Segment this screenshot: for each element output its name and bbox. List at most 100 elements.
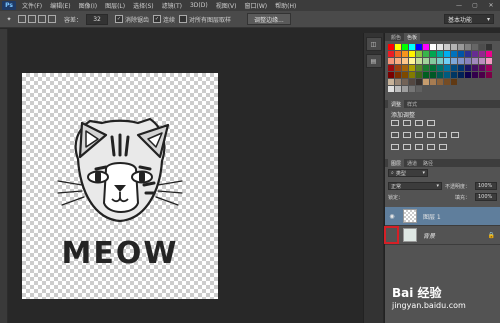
fill-label: 填充：: [455, 195, 471, 201]
swatch-row: [388, 58, 496, 65]
tab-paths[interactable]: 路径: [420, 159, 436, 167]
brightness-icon[interactable]: [391, 120, 399, 126]
adjust-icons-row-1: [385, 120, 435, 126]
layer-filter-label: 类型: [395, 170, 406, 177]
subtract-selection-icon[interactable]: [38, 15, 46, 23]
curves-icon[interactable]: [415, 120, 423, 126]
menu-help[interactable]: 帮助(H): [275, 1, 296, 10]
chevron-down-icon: ▾: [422, 170, 425, 176]
antialias-label: 消除锯齿: [125, 16, 150, 24]
visibility-highlight-box: [384, 226, 399, 244]
new-selection-icon[interactable]: [18, 15, 26, 23]
background-thumbnail: [403, 228, 417, 242]
photo-filter-icon[interactable]: [439, 132, 447, 138]
swatch-row: [388, 72, 496, 79]
sample-all-label: 对所有图层取样: [189, 16, 232, 24]
swatch-row: [388, 79, 496, 86]
swatch-row: [388, 86, 496, 93]
opacity-label: 不透明度：: [445, 184, 471, 190]
menu-edit[interactable]: 编辑(E): [50, 1, 70, 10]
adjust-icons-row-3: [385, 144, 447, 150]
options-bar: ✦ 容差： 32 ✓ 消除锯齿 ✓ 连续 对所有图层取样 调整边缘... 基本功…: [0, 11, 500, 28]
gradient-map-icon[interactable]: [427, 144, 435, 150]
adjust-icons-row-2: [385, 132, 459, 138]
layers-tabs: 图层 通道 路径: [385, 159, 500, 167]
properties-icon[interactable]: ▤: [365, 54, 382, 68]
menu-filter[interactable]: 滤镜(T): [162, 1, 182, 10]
search-icon: ⌕: [391, 170, 394, 176]
menu-layer[interactable]: 图层(L): [105, 1, 125, 10]
tab-layers[interactable]: 图层: [388, 159, 405, 167]
tolerance-input[interactable]: 32: [86, 13, 109, 25]
adjust-title: 添加调整: [391, 112, 416, 119]
menu-file[interactable]: 文件(F): [22, 1, 42, 10]
invert-icon[interactable]: [391, 144, 399, 150]
menu-3d[interactable]: 3D(D): [190, 2, 208, 9]
blend-mode-label: 正常: [391, 183, 402, 190]
maximize-icon[interactable]: ▢: [470, 2, 480, 10]
tab-swatches[interactable]: 色板: [404, 33, 421, 41]
threshold-icon[interactable]: [415, 144, 423, 150]
adjustments-tabs: 调整 样式: [385, 100, 500, 108]
minimize-icon[interactable]: —: [454, 2, 464, 10]
workspace-select[interactable]: 基本功能 ▾: [444, 14, 494, 24]
meow-text: MEOW: [61, 235, 179, 271]
photoshop-logo: Ps: [2, 1, 16, 10]
layer-row-background[interactable]: 背景 🔒: [385, 226, 500, 245]
tolerance-label: 容差：: [64, 16, 83, 24]
swatch-row: [388, 44, 496, 51]
add-selection-icon[interactable]: [28, 15, 36, 23]
right-panels: 颜色 色板 调整 样式 添加调整 图层 通道 路径 ⌕ 类型 ▾ 正常 ▾ 不透…: [384, 33, 500, 323]
lock-label: 锁定：: [388, 195, 404, 201]
menu-window[interactable]: 窗口(W): [245, 1, 268, 10]
contiguous-checkbox[interactable]: ✓: [153, 15, 162, 23]
swatch-row: [388, 65, 496, 72]
layer-thumbnail: [403, 209, 417, 223]
sample-all-checkbox[interactable]: [179, 15, 188, 23]
magic-wand-icon[interactable]: ✦: [4, 14, 14, 24]
close-icon[interactable]: ✕: [486, 2, 496, 10]
layer-name[interactable]: 图层 1: [423, 212, 441, 221]
layer-filter-select[interactable]: ⌕ 类型 ▾: [388, 169, 428, 177]
watermark: Bai 经验 jingyan.baidu.com: [392, 284, 492, 316]
menu-image[interactable]: 图像(I): [79, 1, 97, 10]
antialias-checkbox[interactable]: ✓: [115, 15, 124, 23]
menu-view[interactable]: 视图(V): [216, 1, 237, 10]
eye-icon[interactable]: ◉: [387, 211, 397, 221]
tab-channels[interactable]: 通道: [404, 159, 420, 167]
opacity-input[interactable]: 100%: [475, 182, 497, 190]
blend-mode-select[interactable]: 正常 ▾: [388, 182, 442, 190]
hue-saturation-icon[interactable]: [403, 132, 411, 138]
intersect-selection-icon[interactable]: [48, 15, 56, 23]
channel-mixer-icon[interactable]: [451, 132, 459, 138]
levels-icon[interactable]: [403, 120, 411, 126]
lock-icon: 🔒: [487, 231, 495, 239]
posterize-icon[interactable]: [403, 144, 411, 150]
chevron-down-icon: ▾: [486, 15, 490, 23]
window-controls: — ▢ ✕: [454, 2, 500, 10]
fill-input[interactable]: 100%: [475, 193, 497, 201]
exposure-icon[interactable]: [427, 120, 435, 126]
swatch-grid[interactable]: [388, 44, 496, 100]
refine-edge-button[interactable]: 调整边缘...: [247, 13, 291, 25]
menu-bar: Ps 文件(F) 编辑(E) 图像(I) 图层(L) 选择(S) 滤镜(T) 3…: [0, 0, 500, 11]
history-icon[interactable]: ◫: [365, 37, 382, 51]
vibrance-icon[interactable]: [391, 132, 399, 138]
canvas[interactable]: MEOW: [22, 73, 218, 299]
chevron-down-icon: ▾: [436, 183, 439, 189]
selective-color-icon[interactable]: [439, 144, 447, 150]
workspace-label: 基本功能: [448, 16, 473, 24]
watermark-url: jingyan.baidu.com: [392, 301, 466, 310]
tab-adjustments[interactable]: 调整: [388, 100, 405, 108]
black-white-icon[interactable]: [427, 132, 435, 138]
layer-name[interactable]: 背景: [423, 231, 435, 240]
layer-row-selected[interactable]: ◉ 图层 1: [385, 207, 500, 226]
tools-panel: [0, 29, 8, 323]
swatch-row: [388, 51, 496, 58]
watermark-brand: Bai 经验: [392, 286, 442, 300]
color-balance-icon[interactable]: [415, 132, 423, 138]
tab-color[interactable]: 颜色: [388, 33, 404, 41]
tab-styles[interactable]: 样式: [404, 100, 420, 108]
contiguous-label: 连续: [163, 16, 176, 24]
menu-select[interactable]: 选择(S): [133, 1, 154, 10]
